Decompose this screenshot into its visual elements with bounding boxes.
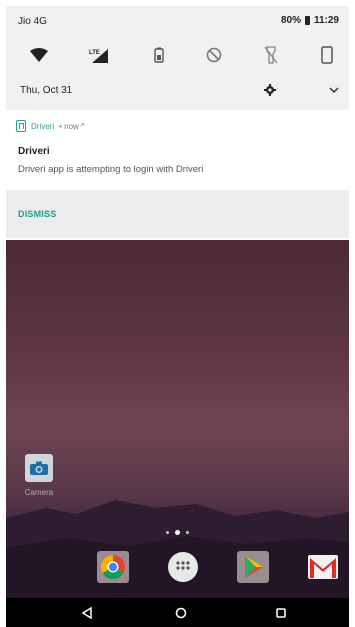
- battery-percent: 80%: [280, 15, 301, 26]
- recents-icon[interactable]: [272, 604, 290, 622]
- chrome-icon[interactable]: [96, 550, 130, 584]
- quick-settings-row: LTE: [6, 42, 349, 68]
- page-indicator: [166, 530, 189, 535]
- expand-chevron-icon[interactable]: [329, 83, 339, 97]
- battery-icon: [304, 16, 310, 25]
- status-bar: Jio 4G 80% 11:29: [6, 6, 349, 34]
- driveri-app-icon: [16, 120, 26, 132]
- back-icon[interactable]: [78, 604, 96, 622]
- notification-action-bar: DISMISS: [6, 190, 349, 238]
- status-right: 80% 11:29: [281, 15, 339, 26]
- signal-lte-icon[interactable]: LTE: [86, 42, 112, 68]
- home-screen: Camera: [6, 240, 349, 598]
- clock: 11:29: [313, 15, 339, 26]
- play-store-icon[interactable]: [236, 550, 270, 584]
- settings-gear-icon[interactable]: [264, 84, 276, 99]
- wifi-icon[interactable]: [26, 42, 52, 68]
- notification-app-name: Driveri: [31, 121, 55, 131]
- quick-settings-shade: Jio 4G 80% 11:29 LTE Thu, Oct 31: [6, 6, 349, 110]
- flashlight-off-icon[interactable]: [258, 42, 284, 68]
- carrier-label: Jio 4G: [18, 16, 47, 27]
- notification-meta: • now ^: [59, 121, 85, 131]
- page-dot-active: [175, 530, 180, 535]
- page-dot: [186, 531, 189, 534]
- auto-rotate-icon[interactable]: [314, 42, 340, 68]
- app-drawer-icon[interactable]: [166, 550, 200, 584]
- gmail-icon[interactable]: [306, 550, 340, 584]
- svg-text:LTE: LTE: [89, 50, 100, 56]
- notification-title: Driveri: [18, 146, 50, 157]
- dismiss-button[interactable]: DISMISS: [18, 209, 56, 219]
- do-not-disturb-off-icon[interactable]: [201, 42, 227, 68]
- camera-icon: [25, 454, 53, 482]
- camera-label: Camera: [24, 488, 54, 497]
- camera-app[interactable]: Camera: [24, 454, 54, 497]
- date-row: Thu, Oct 31: [6, 82, 349, 102]
- notification-header: Driveri • now ^: [16, 120, 85, 132]
- page-dot: [166, 531, 169, 534]
- dock: [6, 546, 349, 590]
- notification-body: Driveri app is attempting to login with …: [18, 164, 204, 175]
- battery-saver-icon[interactable]: [146, 42, 172, 68]
- notification-card[interactable]: Driveri • now ^ Driveri Driveri app is a…: [6, 112, 349, 190]
- navigation-bar: [6, 598, 349, 627]
- home-icon[interactable]: [172, 604, 190, 622]
- date-label: Thu, Oct 31: [20, 85, 73, 96]
